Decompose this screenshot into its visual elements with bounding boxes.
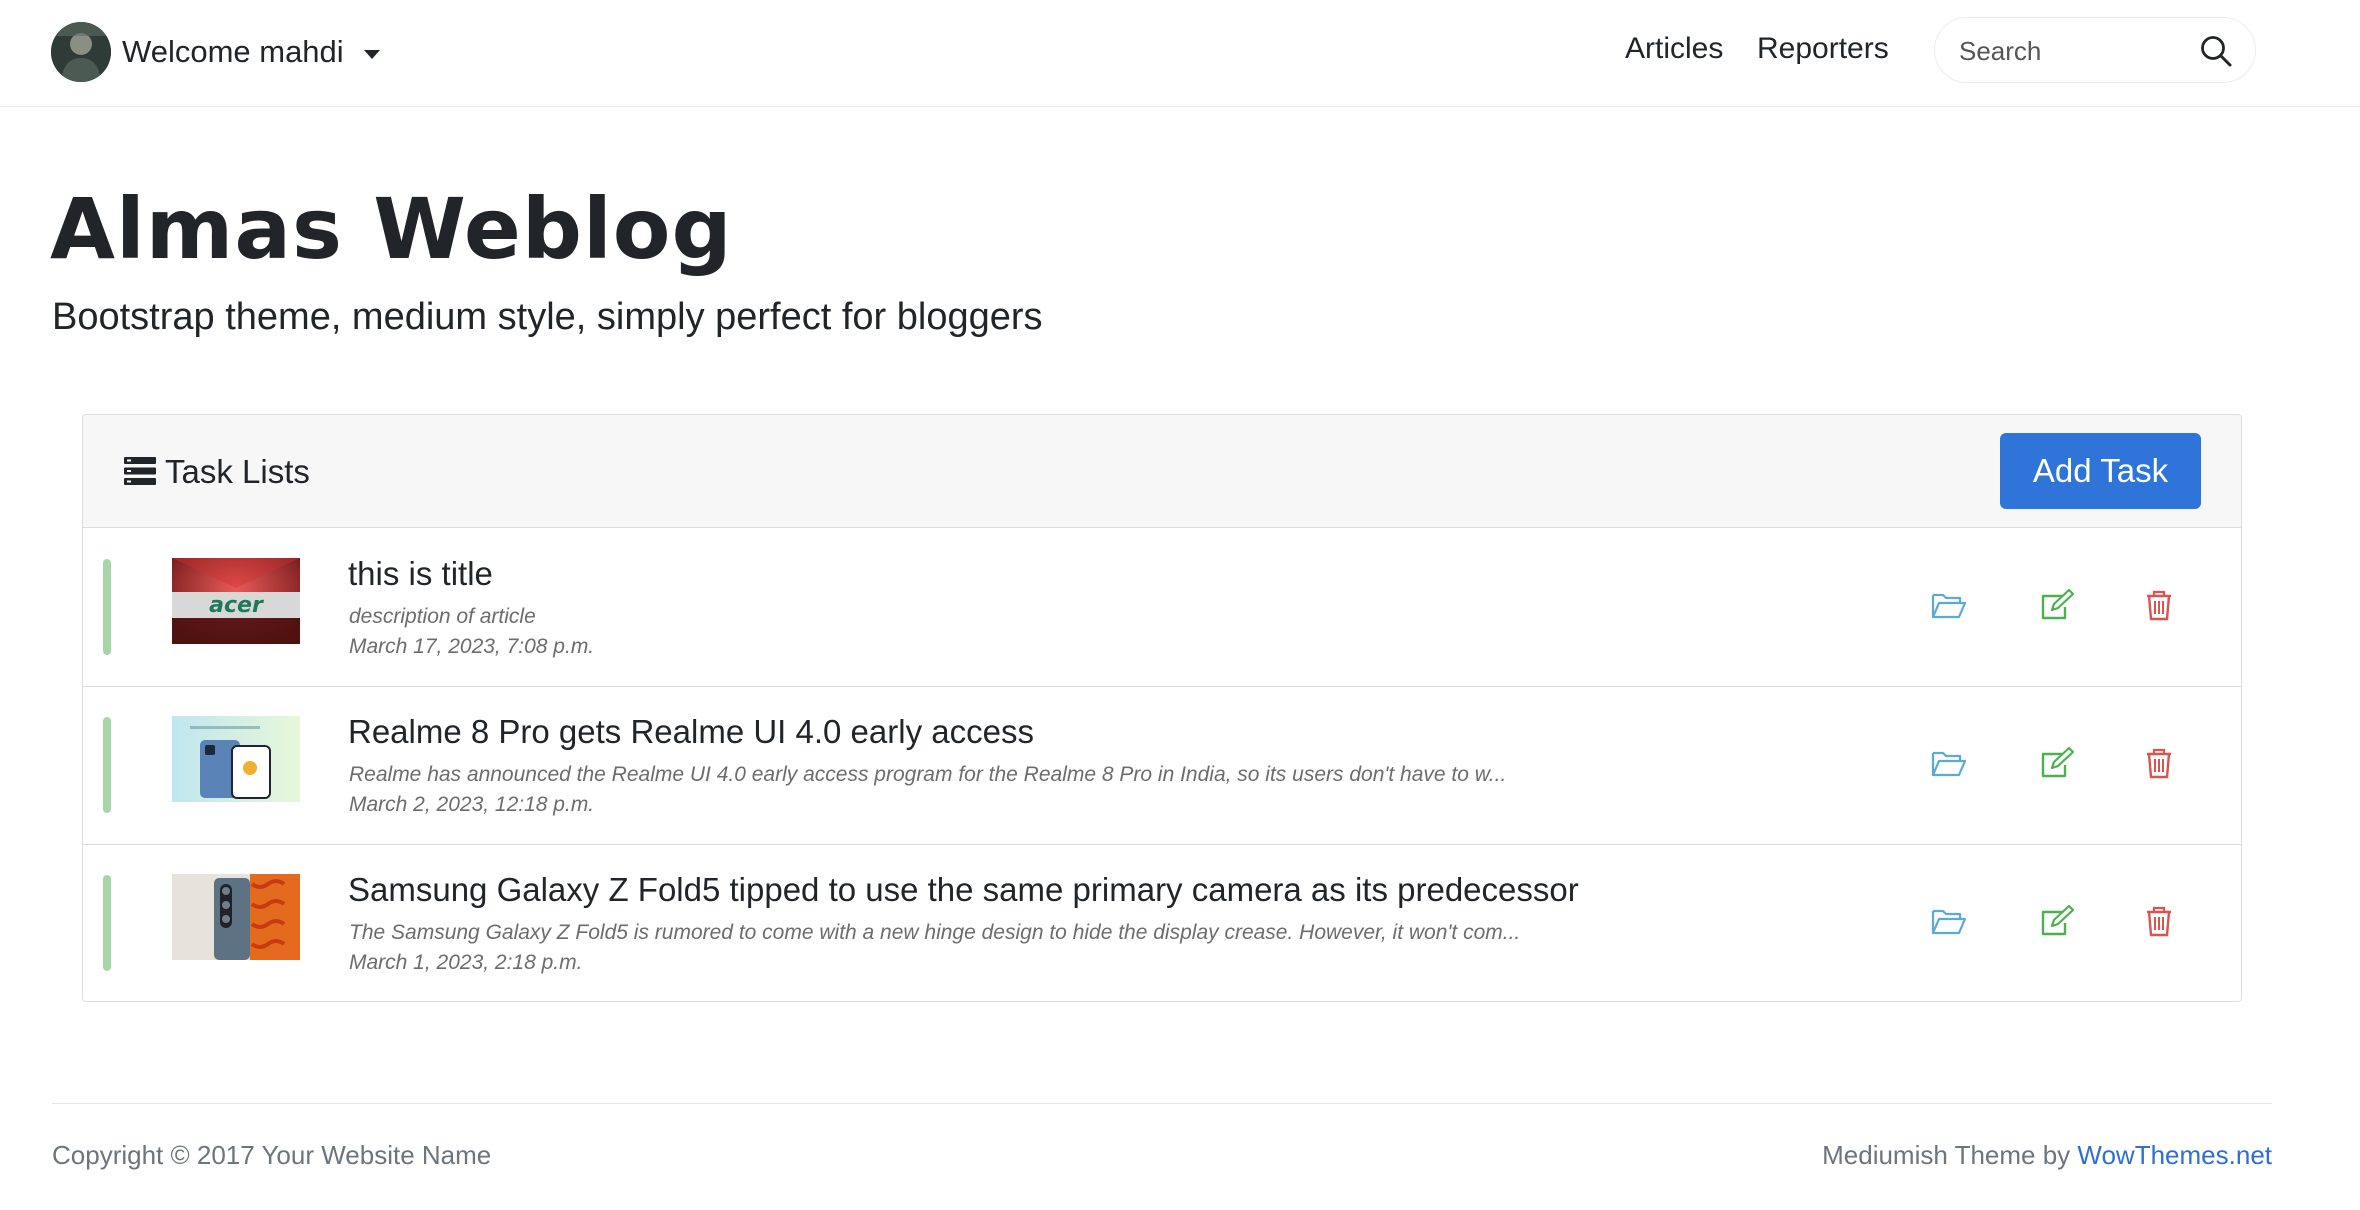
folder-open-icon[interactable] [1931, 747, 1967, 779]
site-tagline: Bootstrap theme, medium style, simply pe… [52, 296, 1043, 338]
task-title[interactable]: this is title [348, 555, 493, 593]
user-welcome-label: Welcome mahdi [122, 34, 344, 69]
task-thumbnail[interactable]: acer [172, 558, 300, 644]
footer-copyright: Copyright © 2017 Your Website Name [52, 1140, 492, 1170]
footer-divider [52, 1103, 2272, 1104]
task-row: Realme 8 Pro gets Realme UI 4.0 early ac… [83, 687, 2241, 845]
status-bar [103, 875, 111, 971]
task-date: March 2, 2023, 12:18 p.m. [349, 793, 595, 816]
search-input[interactable] [1959, 32, 2179, 70]
status-bar [103, 717, 111, 813]
task-description: Realme has announced the Realme UI 4.0 e… [349, 763, 1507, 786]
trash-icon[interactable] [2141, 589, 2177, 621]
task-thumbnail[interactable] [172, 716, 300, 802]
task-thumbnail[interactable] [172, 874, 300, 960]
svg-text:acer: acer [209, 593, 264, 618]
task-title[interactable]: Samsung Galaxy Z Fold5 tipped to use the… [348, 871, 1579, 909]
trash-icon[interactable] [2141, 747, 2177, 779]
folder-open-icon[interactable] [1931, 905, 1967, 937]
site-title: Almas Weblog [50, 180, 733, 278]
edit-icon[interactable] [2038, 905, 2074, 937]
nav-articles-link[interactable]: Articles [1625, 32, 1723, 66]
user-menu[interactable]: Welcome mahdi [51, 21, 380, 83]
avatar [51, 22, 111, 82]
navbar: Welcome mahdi Articles Reporters [0, 0, 2360, 107]
task-date: March 1, 2023, 2:18 p.m. [349, 951, 583, 974]
search-box [1934, 17, 2256, 83]
list-icon [124, 457, 156, 485]
card-header: Task Lists Add Task [83, 415, 2241, 528]
nav-reporters-link[interactable]: Reporters [1757, 32, 1889, 66]
edit-icon[interactable] [2038, 589, 2074, 621]
card-title: Task Lists [165, 453, 310, 490]
add-task-button[interactable]: Add Task [2000, 433, 2201, 509]
task-description: description of article [349, 605, 536, 628]
footer-credit: Mediumish Theme by WowThemes.net [1822, 1140, 2272, 1171]
search-icon[interactable] [2199, 34, 2233, 68]
footer-credit-link[interactable]: WowThemes.net [2077, 1140, 2272, 1170]
task-title[interactable]: Realme 8 Pro gets Realme UI 4.0 early ac… [348, 713, 1034, 751]
task-row: Samsung Galaxy Z Fold5 tipped to use the… [83, 845, 2241, 1001]
status-bar [103, 559, 111, 655]
task-date: March 17, 2023, 7:08 p.m. [349, 635, 595, 658]
task-list-card: Task Lists Add Task acer this is title d… [82, 414, 2242, 1002]
folder-open-icon[interactable] [1931, 589, 1967, 621]
trash-icon[interactable] [2141, 905, 2177, 937]
task-row: acer this is title description of articl… [83, 529, 2241, 687]
task-description: The Samsung Galaxy Z Fold5 is rumored to… [349, 921, 1521, 944]
edit-icon[interactable] [2038, 747, 2074, 779]
caret-down-icon[interactable] [363, 49, 380, 59]
footer-credit-prefix: Mediumish Theme by [1822, 1140, 2078, 1170]
